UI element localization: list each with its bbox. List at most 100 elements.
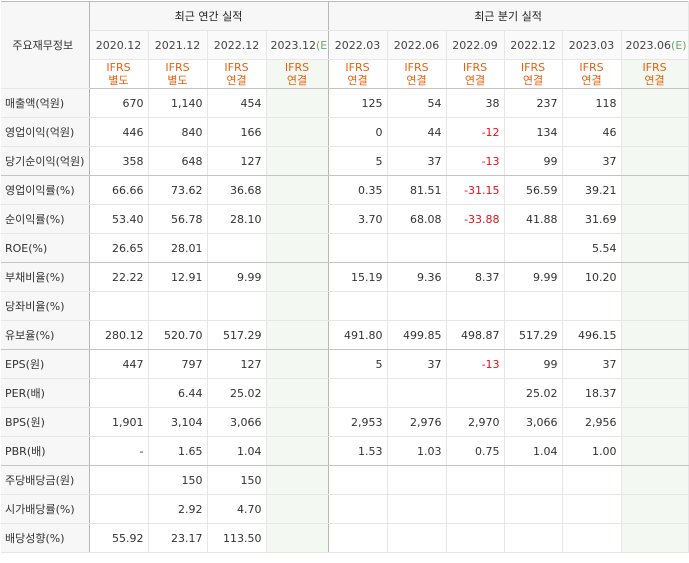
value-cell: 1,140: [148, 88, 208, 118]
value-cell: 2,970: [446, 407, 505, 437]
value-cell: [621, 117, 689, 147]
value-cell: 2,976: [387, 407, 447, 437]
consolidation-basis-label: 별도: [108, 74, 129, 87]
value-cell: [387, 494, 447, 524]
value-cell: [266, 465, 329, 495]
value-cell: 5: [328, 349, 388, 379]
value-cell: 2,953: [328, 407, 388, 437]
period-header-2022-06: 2022.06: [387, 30, 447, 60]
table-row: 주당배당금(원) 150 150: [1, 465, 689, 495]
accounting-standard-cell: IFRS 연결: [387, 59, 447, 89]
value-cell: 4.70: [207, 494, 267, 524]
row-label: 매출액(억원): [1, 88, 90, 118]
value-cell: 31.69: [562, 204, 622, 234]
accounting-standard-cell: IFRS 별도: [148, 59, 208, 89]
value-cell: 2.92: [148, 494, 208, 524]
ifrs-label: IFRS: [520, 61, 546, 74]
ifrs-label: IFRS: [106, 61, 131, 74]
value-cell: 73.62: [148, 175, 208, 205]
value-cell: 68.08: [387, 204, 447, 234]
value-cell: [266, 407, 329, 437]
value-cell: [387, 378, 447, 408]
value-cell: 37: [562, 349, 622, 379]
value-cell: 55.92: [89, 523, 149, 553]
row-label: 순이익률(%): [1, 204, 90, 234]
value-cell: 1.53: [328, 436, 388, 466]
value-cell: 1.65: [148, 436, 208, 466]
value-cell: [504, 494, 563, 524]
period-row: 2020.122021.122022.122023.12(E)2022.0320…: [1, 30, 689, 60]
table-row: PBR(배) -1.65 1.04 1.53 1.03 0.75 1.04 1.00: [1, 436, 689, 466]
value-cell: [621, 349, 689, 379]
value-cell: 797: [148, 349, 208, 379]
consolidation-basis-label: 연결: [406, 74, 427, 87]
value-cell: [621, 262, 689, 292]
value-cell: [621, 320, 689, 350]
value-cell: [621, 523, 689, 553]
value-cell: 127: [207, 349, 267, 379]
value-cell: 9.99: [207, 262, 267, 292]
table-row: 유보율(%) 280.12 520.70 517.29 491.80 499.85 498.…: [1, 320, 689, 350]
ifrs-label: IFRS: [284, 61, 310, 74]
value-cell: 237: [504, 88, 563, 118]
ifrs-label: IFRS: [462, 61, 488, 74]
value-cell: [621, 88, 689, 118]
value-cell: [266, 88, 329, 118]
value-cell: 54: [387, 88, 447, 118]
value-cell: 358: [89, 146, 149, 176]
value-cell: 280.12: [89, 320, 149, 350]
value-cell: [621, 175, 689, 205]
value-cell: 150: [148, 465, 208, 495]
value-cell: 99: [504, 349, 563, 379]
value-cell: 520.70: [148, 320, 208, 350]
accounting-standard-cell: IFRS 연결: [328, 59, 388, 89]
annual-title: 최근 연간 실적: [174, 10, 243, 23]
accounting-standard-row: IFRS 별도 IFRS 별도 IFRS 연결 IFRS 연결 IFRS 연결 IFRS 연결 IFRS…: [1, 59, 689, 89]
value-cell: 8.37: [446, 262, 505, 292]
consolidation-basis-label: 별도: [167, 74, 188, 87]
value-cell: 446: [89, 117, 149, 147]
accounting-standard-cell: IFRS 별도: [89, 59, 149, 89]
table-row: 영업이익률(%) 66.66 73.62 36.68 0.35 81.51 -31.15 56…: [1, 175, 689, 205]
consolidation-basis-label: 연결: [347, 74, 368, 87]
value-cell: 150: [207, 465, 267, 495]
main-info-label: 주요재무정보: [12, 39, 74, 52]
value-cell: 1.04: [504, 436, 563, 466]
table-row: EPS(원) 447 797 127 5 37 -13 99 37: [1, 349, 689, 379]
value-cell: [207, 291, 267, 321]
value-cell: 9.36: [387, 262, 447, 292]
row-label: 주당배당금(원): [1, 465, 90, 495]
value-cell: 0.75: [446, 436, 505, 466]
value-cell: [504, 523, 563, 553]
value-cell: [266, 175, 329, 205]
consolidation-basis-label: 연결: [644, 74, 665, 87]
value-cell: [328, 523, 388, 553]
financial-summary-table: 주요재무정보 최근 연간 실적 최근 분기 실적 2020.12 2021.12 2…: [1, 1, 689, 553]
consolidation-basis-label: 연결: [464, 74, 486, 87]
value-cell: 37: [562, 146, 622, 176]
accounting-standard-cell: IFRS 연결: [266, 59, 329, 89]
value-cell: 3,066: [504, 407, 563, 437]
value-cell: [621, 436, 689, 466]
period-header-2022-12: 2022.12: [504, 30, 563, 60]
value-cell: [621, 204, 689, 234]
value-cell: 41.88: [504, 204, 563, 234]
consolidation-basis-label: 연결: [522, 74, 544, 87]
period-header-2023-06: 2023.06(E): [621, 30, 689, 60]
period-label: 2023.03: [568, 38, 615, 52]
value-cell: 118: [562, 88, 622, 118]
value-cell: -33.88: [446, 204, 505, 234]
estimate-mark: (E): [316, 38, 328, 52]
consolidation-basis-label: 연결: [581, 74, 602, 87]
value-cell: 39.21: [562, 175, 622, 205]
main-info-header: 주요재무정보: [1, 1, 90, 89]
period-label: 2023.06: [625, 38, 672, 52]
period-label: 2022.12: [510, 38, 556, 52]
value-cell: 53.40: [89, 204, 149, 234]
value-cell: [621, 291, 689, 321]
value-cell: 1.03: [387, 436, 447, 466]
ifrs-label: IFRS: [224, 61, 249, 74]
value-cell: 5: [328, 146, 388, 176]
value-cell: [266, 349, 329, 379]
period-header-2023-03: 2023.03: [562, 30, 622, 60]
